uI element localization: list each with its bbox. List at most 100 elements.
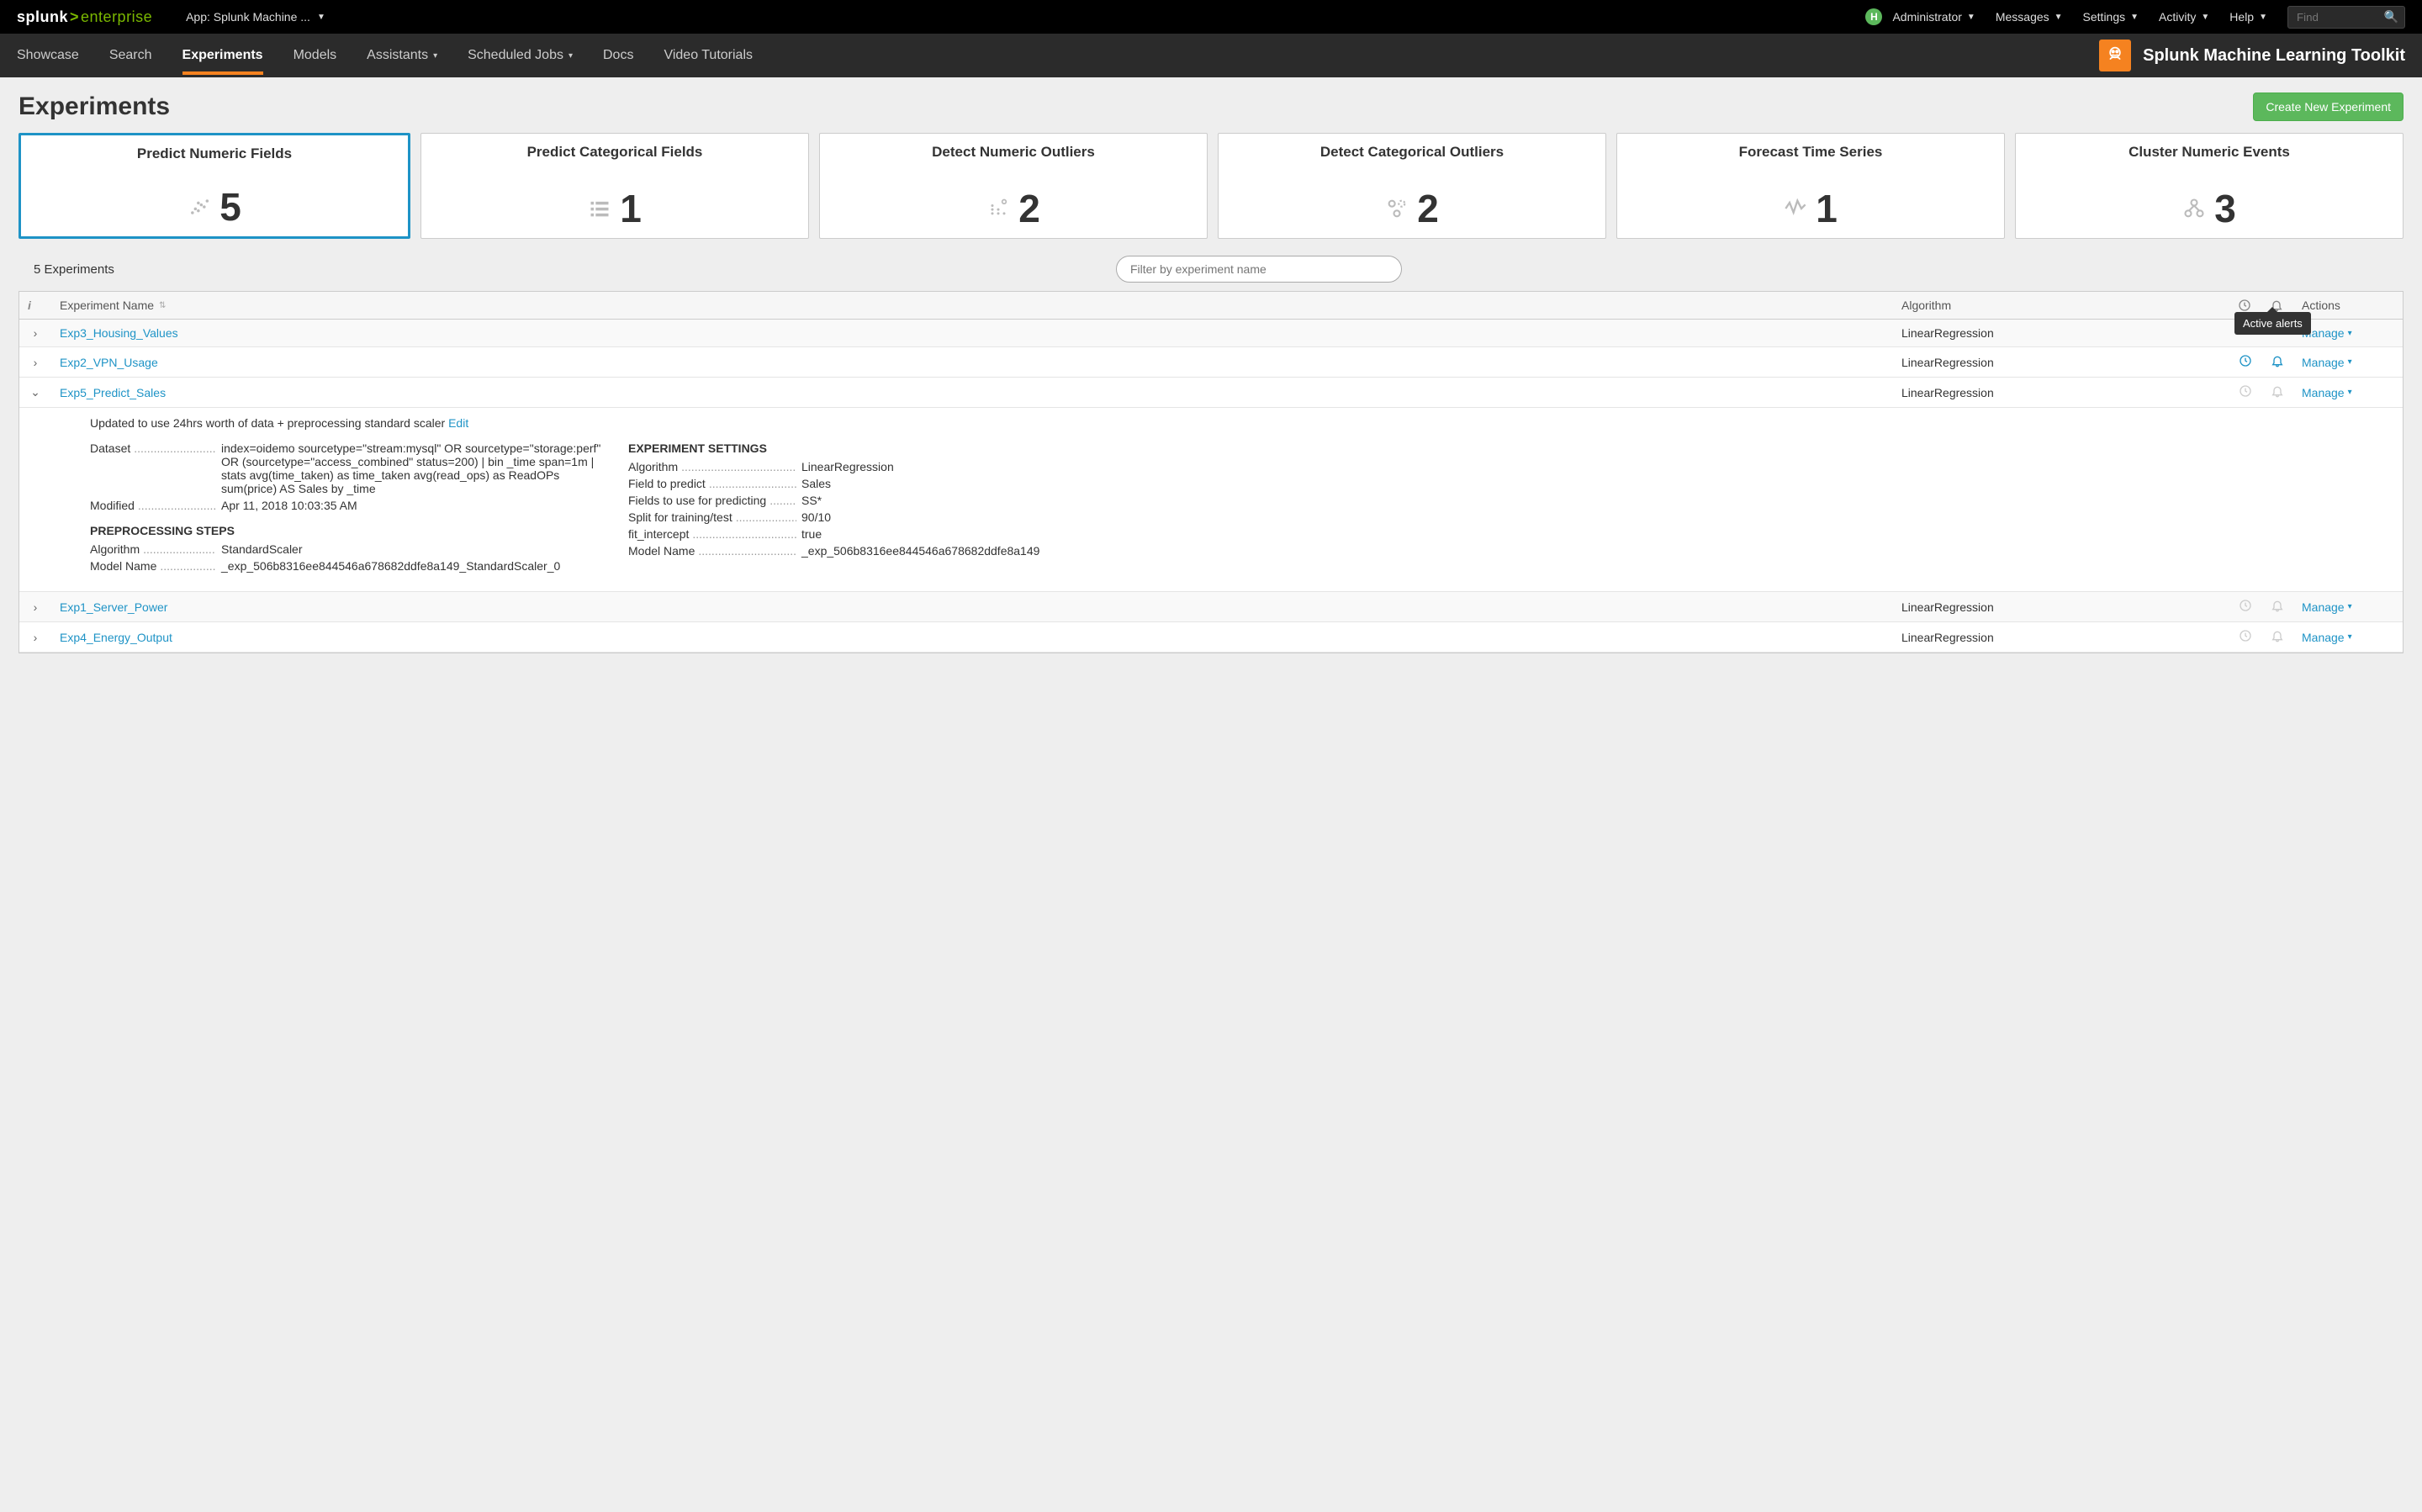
nav-showcase[interactable]: Showcase — [17, 36, 79, 75]
clock-icon[interactable] — [2239, 384, 2252, 398]
list-icon — [588, 197, 611, 220]
help-menu[interactable]: Help▼ — [2229, 10, 2267, 24]
nav-label: Video Tutorials — [664, 48, 753, 63]
nav-label: Assistants — [367, 48, 428, 63]
timeseries-icon — [1784, 197, 1807, 220]
nav-scheduled-jobs[interactable]: Scheduled Jobs ▾ — [468, 36, 573, 75]
create-new-experiment-button[interactable]: Create New Experiment — [2253, 93, 2403, 121]
manage-label: Manage — [2302, 356, 2345, 369]
caret-down-icon: ▾ — [568, 51, 573, 61]
table-row: › Exp3_Housing_Values LinearRegression M… — [19, 320, 2403, 347]
caret-down-icon: ▾ — [2348, 388, 2352, 397]
caret-down-icon: ▾ — [2348, 632, 2352, 642]
nav-label: Experiments — [182, 48, 263, 63]
setting-value: SS* — [796, 494, 2386, 507]
header-experiment-name[interactable]: Experiment Name⇅ — [51, 292, 1893, 319]
card-title: Detect Numeric Outliers — [828, 144, 1198, 161]
bell-icon[interactable] — [2271, 384, 2284, 398]
splunk-logo: splunk>enterprise — [17, 8, 152, 26]
nav-search[interactable]: Search — [109, 36, 152, 75]
expand-row-button[interactable]: › — [34, 631, 38, 644]
table-header-row: i Experiment Name⇅ Algorithm Active aler… — [19, 292, 2403, 320]
manage-label: Manage — [2302, 600, 2345, 614]
manage-dropdown[interactable]: Manage▾ — [2302, 631, 2394, 644]
search-icon[interactable]: 🔍 — [2384, 10, 2398, 24]
manage-dropdown[interactable]: Manage▾ — [2302, 356, 2394, 369]
expand-row-button[interactable]: › — [34, 356, 38, 369]
settings-menu[interactable]: Settings▼ — [2083, 10, 2139, 24]
expand-row-button[interactable]: › — [34, 600, 38, 614]
card-count: 5 — [219, 188, 241, 226]
card-count: 2 — [1417, 189, 1439, 228]
avatar[interactable]: H — [1865, 8, 1882, 25]
activity-label: Activity — [2159, 10, 2196, 24]
clock-icon[interactable] — [2239, 629, 2252, 642]
card-count: 1 — [620, 189, 642, 228]
nav-docs[interactable]: Docs — [603, 36, 633, 75]
nav-video-tutorials[interactable]: Video Tutorials — [664, 36, 753, 75]
help-label: Help — [2229, 10, 2254, 24]
manage-dropdown[interactable]: Manage▾ — [2302, 600, 2394, 614]
experiment-link[interactable]: Exp4_Energy_Output — [60, 631, 172, 644]
app-selector-label: App: Splunk Machine ... — [186, 10, 310, 24]
header-label: Algorithm — [1901, 299, 1951, 312]
experiment-link[interactable]: Exp3_Housing_Values — [60, 326, 178, 340]
experiment-link[interactable]: Exp5_Predict_Sales — [60, 386, 166, 399]
page-title: Experiments — [19, 93, 170, 121]
nav-models[interactable]: Models — [293, 36, 337, 75]
expand-row-button[interactable]: › — [34, 326, 38, 340]
nav-assistants[interactable]: Assistants ▾ — [367, 36, 437, 75]
manage-label: Manage — [2302, 631, 2345, 644]
messages-label: Messages — [1996, 10, 2049, 24]
card-forecast-time-series[interactable]: Forecast Time Series 1 — [1616, 133, 2005, 239]
bell-icon[interactable] — [2271, 629, 2284, 642]
details-left-column: Dataset index=oidemo sourcetype="stream:… — [90, 441, 603, 576]
caret-down-icon: ▼ — [2054, 13, 2063, 22]
experiment-type-cards: Predict Numeric Fields 5 Predict Categor… — [19, 133, 2403, 239]
setting-value: Sales — [796, 477, 2386, 490]
table-row: ⌄ Exp5_Predict_Sales LinearRegression Ma… — [19, 378, 2403, 408]
clock-icon[interactable] — [2239, 354, 2252, 367]
experiments-count: 5 Experiments — [34, 262, 114, 277]
bell-icon[interactable] — [2271, 354, 2284, 367]
header-alerts: Active alerts — [2261, 292, 2293, 319]
card-predict-numeric-fields[interactable]: Predict Numeric Fields 5 — [19, 133, 410, 239]
card-count: 2 — [1018, 189, 1040, 228]
card-title: Predict Categorical Fields — [430, 144, 800, 161]
details-right-column: EXPERIMENT SETTINGS AlgorithmLinearRegre… — [628, 441, 2386, 576]
global-find: 🔍 — [2287, 6, 2405, 29]
table-row: › Exp1_Server_Power LinearRegression Man… — [19, 592, 2403, 622]
header-algorithm[interactable]: Algorithm — [1893, 292, 2229, 319]
card-detect-categorical-outliers[interactable]: Detect Categorical Outliers 2 — [1218, 133, 1606, 239]
card-predict-categorical-fields[interactable]: Predict Categorical Fields 1 — [420, 133, 809, 239]
card-detect-numeric-outliers[interactable]: Detect Numeric Outliers 2 — [819, 133, 1208, 239]
table-row: › Exp2_VPN_Usage LinearRegression Manage… — [19, 347, 2403, 378]
activity-menu[interactable]: Activity▼ — [2159, 10, 2209, 24]
filter-row: 5 Experiments — [19, 251, 2403, 291]
modified-value: Apr 11, 2018 10:03:35 AM — [216, 499, 603, 512]
setting-label: fit_intercept — [628, 527, 692, 541]
nav-experiments[interactable]: Experiments — [182, 36, 263, 75]
nav-label: Scheduled Jobs — [468, 48, 563, 63]
administrator-menu[interactable]: Administrator▼ — [1892, 10, 1975, 24]
messages-menu[interactable]: Messages ▼ — [1996, 10, 2063, 24]
bell-icon[interactable] — [2271, 599, 2284, 612]
collapse-row-button[interactable]: ⌄ — [30, 385, 40, 399]
nav-label: Docs — [603, 48, 633, 63]
caret-down-icon: ▾ — [433, 51, 437, 61]
mltk-app-icon — [2099, 40, 2131, 71]
setting-label: Model Name — [628, 544, 698, 558]
preprocessing-steps-header: PREPROCESSING STEPS — [90, 524, 603, 537]
edit-description-button[interactable]: Edit — [448, 416, 468, 430]
setting-value: LinearRegression — [796, 460, 2386, 473]
filter-experiment-input[interactable] — [1116, 256, 1402, 283]
manage-dropdown[interactable]: Manage▾ — [2302, 386, 2394, 399]
card-cluster-numeric-events[interactable]: Cluster Numeric Events 3 — [2015, 133, 2403, 239]
clock-icon[interactable] — [2239, 599, 2252, 612]
logo-prefix: splunk — [17, 8, 68, 25]
experiment-link[interactable]: Exp1_Server_Power — [60, 600, 167, 614]
page-header: Experiments Create New Experiment — [19, 93, 2403, 121]
app-selector-dropdown[interactable]: App: Splunk Machine ... ▼ — [186, 10, 325, 24]
manage-dropdown[interactable]: Manage▾ — [2302, 326, 2394, 340]
experiment-link[interactable]: Exp2_VPN_Usage — [60, 356, 158, 369]
